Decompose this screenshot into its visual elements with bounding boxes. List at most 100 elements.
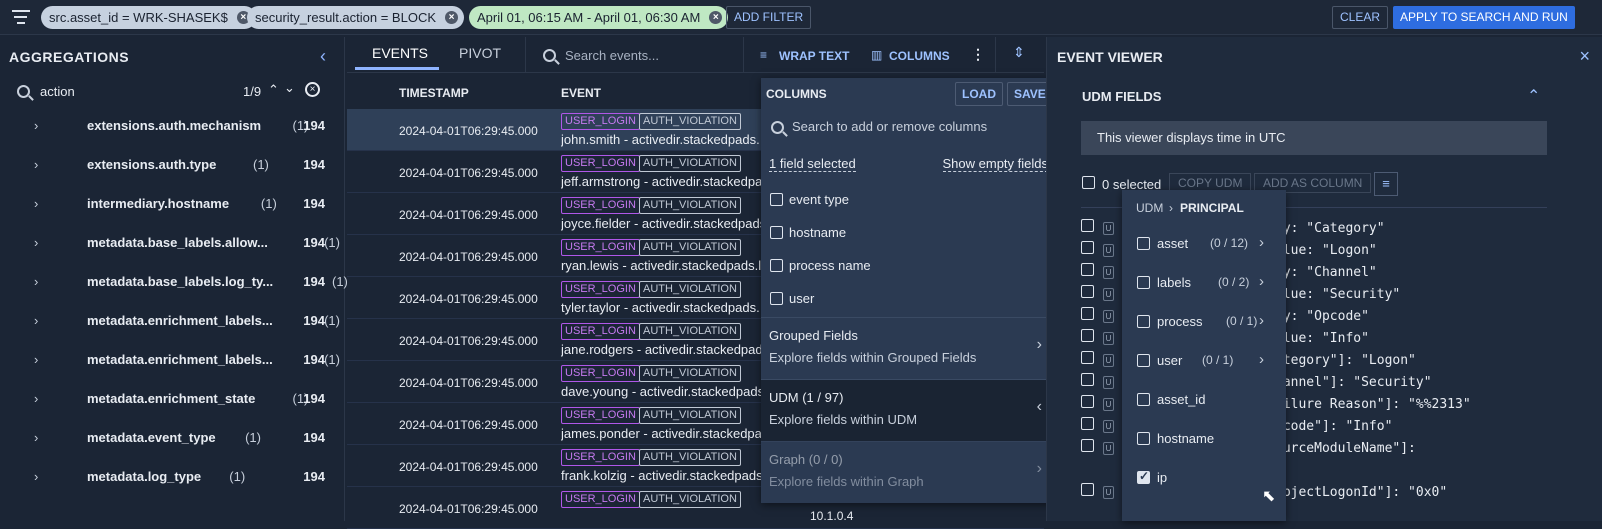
columns-button[interactable]: COLUMNS (889, 49, 950, 63)
select-all-checkbox[interactable] (1082, 176, 1095, 189)
aggregation-item[interactable]: › metadata.enrichment_labels... (1) 194 (0, 340, 345, 379)
udm-field-checkbox[interactable] (1081, 373, 1094, 386)
aggregation-item[interactable]: › metadata.event_type (1) 194 (0, 418, 345, 457)
udm-field-checkbox[interactable] (1081, 285, 1094, 298)
show-empty-fields-link[interactable]: Show empty fields (942, 156, 1048, 172)
aggregation-item[interactable]: › metadata.log_type (1) 194 (0, 457, 345, 496)
aggregation-item[interactable]: › intermediary.hostname (1) 194 (0, 184, 345, 223)
event-header[interactable]: EVENT (561, 86, 601, 100)
wrap-text-button[interactable]: WRAP TEXT (779, 49, 849, 63)
udm-field-checkbox[interactable] (1081, 263, 1094, 276)
udm-field-checkbox[interactable] (1081, 329, 1094, 342)
prev-match-icon[interactable]: ⌃ (268, 82, 279, 98)
udm-field-checkbox[interactable] (1081, 439, 1094, 452)
udm-field-checkbox[interactable] (1081, 307, 1094, 320)
chevron-right-icon[interactable]: › (1037, 336, 1042, 354)
udm-field-checkbox[interactable] (1081, 241, 1094, 254)
mouse-cursor-icon: ⬉ (1262, 488, 1276, 505)
principal-field-item[interactable]: process (0 / 1) › (1122, 303, 1286, 342)
principal-field-item[interactable]: labels (0 / 2) › (1122, 264, 1286, 303)
aggregation-item[interactable]: › metadata.base_labels.allow... (1) 194 (0, 223, 345, 262)
chevron-right-icon[interactable]: › (1259, 312, 1264, 329)
expand-chevron-icon[interactable]: › (34, 469, 38, 484)
expand-chevron-icon[interactable]: › (34, 157, 38, 172)
filter-chip-time-range[interactable]: April 01, 06:15 AM - April 01, 06:30 AM … (469, 6, 729, 29)
columns-search-input[interactable]: Search to add or remove columns (792, 119, 987, 134)
filter-chip-asset-id[interactable]: src.asset_id = WRK-SHASEK$ × (41, 6, 256, 29)
collapse-section-icon[interactable]: ⌃ (1527, 86, 1540, 106)
principal-field-item[interactable]: asset (0 / 12) › (1122, 225, 1286, 264)
expand-collapse-icon[interactable]: ⇕ (1013, 44, 1025, 61)
udm-field-line: alue: "Security" (1275, 287, 1401, 302)
field-checkbox[interactable] (770, 193, 783, 206)
field-checkbox[interactable] (1137, 315, 1150, 328)
field-group-section[interactable]: UDM (1 / 97) Explore fields within UDM ‹ (761, 379, 1056, 441)
expand-chevron-icon[interactable]: › (34, 313, 38, 328)
field-checkbox[interactable] (1137, 469, 1150, 484)
udm-field-checkbox[interactable] (1081, 483, 1094, 496)
field-checkbox[interactable] (1137, 237, 1150, 250)
remove-filter-icon[interactable]: × (445, 11, 458, 24)
aggregation-item[interactable]: › metadata.base_labels.log_ty... (1) 194 (0, 262, 348, 301)
filter-menu-icon[interactable] (12, 10, 30, 24)
event-summary: dave.young - activedir.stackedpads. (561, 384, 761, 399)
filter-icon[interactable]: ≡ (1374, 172, 1398, 196)
chevron-right-icon[interactable]: › (1259, 273, 1264, 290)
field-checkbox[interactable] (1137, 354, 1150, 367)
expand-chevron-icon[interactable]: › (34, 391, 38, 406)
aggregation-item[interactable]: › metadata.enrichment_state (1) 194 (0, 379, 345, 418)
breadcrumb-root[interactable]: UDM (1136, 201, 1163, 215)
expand-chevron-icon[interactable]: › (34, 430, 38, 445)
field-checkbox[interactable] (1137, 276, 1150, 289)
field-checkbox[interactable] (770, 226, 783, 239)
principal-field-item[interactable]: hostname (1122, 420, 1286, 459)
field-group-section[interactable]: Graph (0 / 0) Explore fields within Graph… (761, 441, 1056, 503)
close-icon[interactable]: × (1579, 46, 1590, 67)
field-checkbox[interactable] (770, 259, 783, 272)
clear-search-icon[interactable]: × (305, 82, 320, 97)
apply-button[interactable]: APPLY TO SEARCH AND RUN (1393, 6, 1575, 29)
filter-chip-label: April 01, 06:15 AM - April 01, 06:30 AM (477, 10, 701, 25)
event-timestamp: 2024-04-01T06:29:45.000 (399, 418, 538, 432)
principal-field-item[interactable]: user (0 / 1) › (1122, 342, 1286, 381)
more-options-icon[interactable]: ⋮ (971, 46, 985, 63)
clear-button[interactable]: CLEAR (1332, 6, 1389, 29)
aggregation-item[interactable]: › metadata.enrichment_labels... (1) 194 (0, 301, 345, 340)
load-button[interactable]: LOAD (955, 82, 1003, 106)
field-checkbox[interactable] (770, 292, 783, 305)
aggregation-item[interactable]: › extensions.auth.type (1) 194 (0, 145, 345, 184)
filter-chip-action[interactable]: security_result.action = BLOCK × (247, 6, 464, 29)
aggregation-name: intermediary.hostname (87, 196, 230, 211)
chevron-right-icon[interactable]: › (1037, 460, 1042, 478)
collapse-panel-icon[interactable]: ‹ (320, 46, 326, 67)
aggregation-item[interactable]: › extensions.auth.mechanism (1) 194 (0, 106, 345, 145)
udm-field-checkbox[interactable] (1081, 395, 1094, 408)
expand-chevron-icon[interactable]: › (34, 235, 38, 250)
udm-field-checkbox[interactable] (1081, 417, 1094, 430)
add-filter-button[interactable]: ADD FILTER (726, 6, 812, 29)
field-checkbox[interactable] (1137, 432, 1150, 445)
aggregation-search-input[interactable]: action (40, 84, 75, 99)
expand-chevron-icon[interactable]: › (34, 118, 38, 133)
remove-filter-icon[interactable]: × (709, 11, 723, 24)
event-category-badge: AUTH_VIOLATION (639, 281, 741, 298)
tab-pivot[interactable]: PIVOT (459, 45, 501, 61)
chevron-right-icon[interactable]: › (1259, 351, 1264, 368)
udm-field-checkbox[interactable] (1081, 351, 1094, 364)
field-label: event type (789, 192, 849, 207)
udm-field-checkbox[interactable] (1081, 219, 1094, 232)
expand-chevron-icon[interactable]: › (34, 352, 38, 367)
expand-chevron-icon[interactable]: › (34, 274, 38, 289)
field-checkbox[interactable] (1137, 393, 1150, 406)
next-match-icon[interactable]: ⌄ (284, 80, 295, 96)
chevron-right-icon[interactable]: › (1259, 234, 1264, 251)
chevron-left-icon[interactable]: ‹ (1037, 398, 1042, 416)
tab-events[interactable]: EVENTS (372, 45, 428, 61)
field-count: (0 / 12) (1210, 236, 1249, 250)
principal-field-item[interactable]: asset_id (1122, 381, 1286, 420)
events-search-input[interactable]: Search events... (565, 48, 659, 63)
timestamp-header[interactable]: TIMESTAMP (399, 86, 469, 100)
expand-chevron-icon[interactable]: › (34, 196, 38, 211)
field-group-section[interactable]: Grouped Fields Explore fields within Grou… (761, 317, 1056, 379)
event-timestamp: 2024-04-01T06:29:45.000 (399, 208, 538, 222)
